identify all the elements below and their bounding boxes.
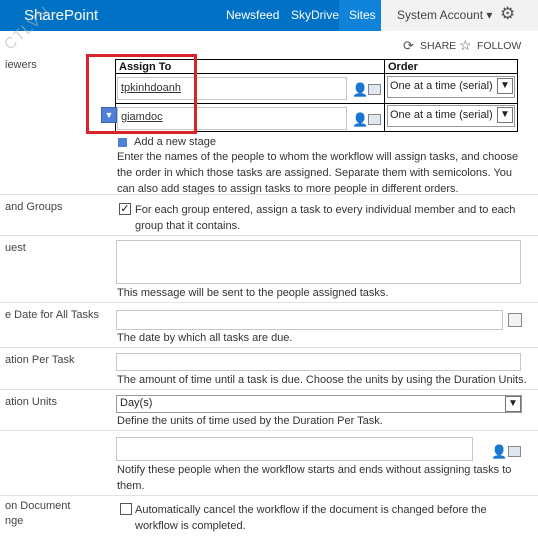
section-divider: [0, 347, 538, 348]
nav-sites[interactable]: Sites: [349, 8, 376, 22]
chevron-down-icon[interactable]: ▼: [497, 107, 513, 123]
check-names-icon[interactable]: 👤: [352, 112, 368, 128]
groups-label: and Groups: [5, 201, 63, 213]
add-stage-link[interactable]: Add a new stage: [134, 134, 216, 150]
nav-skydrive[interactable]: SkyDrive: [291, 8, 339, 22]
cancel-label-line2: nge: [5, 515, 24, 527]
account-menu[interactable]: System Account ▾: [397, 8, 492, 22]
section-divider: [0, 495, 538, 496]
calendar-icon[interactable]: [508, 313, 522, 327]
follow-star-icon[interactable]: ☆: [459, 37, 472, 54]
reviewers-label: iewers: [5, 59, 37, 71]
cc-input[interactable]: [116, 437, 473, 461]
chevron-down-icon[interactable]: ▼: [505, 396, 521, 412]
gear-icon[interactable]: ⚙: [500, 4, 515, 24]
order-value-2: One at a time (serial): [390, 109, 493, 121]
share-button[interactable]: SHARE: [420, 40, 456, 52]
check-names-icon[interactable]: 👤: [352, 82, 368, 98]
cancel-text: Automatically cancel the workflow if the…: [135, 504, 487, 532]
expand-groups-checkbox[interactable]: ✓: [119, 203, 131, 215]
due-date-input[interactable]: [116, 310, 503, 330]
duration-units-value: Day(s): [120, 397, 153, 409]
due-date-help-text: The date by which all tasks are due.: [117, 332, 293, 344]
duration-input[interactable]: [116, 353, 521, 371]
nav-newsfeed[interactable]: Newsfeed: [226, 8, 279, 22]
duration-units-select[interactable]: [116, 395, 522, 413]
section-divider: [0, 430, 538, 431]
table-column-divider: [384, 59, 385, 132]
chevron-down-icon[interactable]: ▼: [497, 78, 513, 94]
request-textarea[interactable]: [116, 240, 521, 284]
highlight-box: [86, 54, 197, 134]
check-names-icon[interactable]: 👤: [491, 444, 507, 460]
address-book-icon[interactable]: [508, 446, 521, 457]
section-divider: [0, 389, 538, 390]
order-value-1: One at a time (serial): [390, 80, 493, 92]
cancel-label-line1: on Document: [5, 500, 71, 512]
duration-label: ation Per Task: [5, 354, 75, 366]
follow-button[interactable]: FOLLOW: [477, 40, 521, 52]
cc-help-text: Notify these people when the workflow st…: [117, 464, 512, 492]
request-label: uest: [5, 242, 26, 254]
address-book-icon[interactable]: [368, 114, 381, 125]
add-stage-icon[interactable]: [118, 138, 127, 147]
cancel-on-change-checkbox[interactable]: [120, 503, 132, 515]
duration-units-help-text: Define the units of time used by the Dur…: [117, 415, 383, 427]
section-divider: [0, 235, 538, 236]
due-date-label: e Date for All Tasks: [5, 309, 99, 321]
share-icon[interactable]: ⟳: [403, 38, 414, 54]
request-help-text: This message will be sent to the people …: [117, 287, 389, 299]
duration-help-text: The amount of time until a task is due. …: [117, 374, 527, 386]
address-book-icon[interactable]: [368, 84, 381, 95]
assign-help-text: Enter the names of the people to whom th…: [117, 151, 519, 195]
section-divider: [0, 194, 538, 195]
section-divider: [0, 302, 538, 303]
order-header: Order: [388, 61, 418, 73]
duration-units-label: ation Units: [5, 396, 57, 408]
groups-text: For each group entered, assign a task to…: [135, 204, 516, 232]
